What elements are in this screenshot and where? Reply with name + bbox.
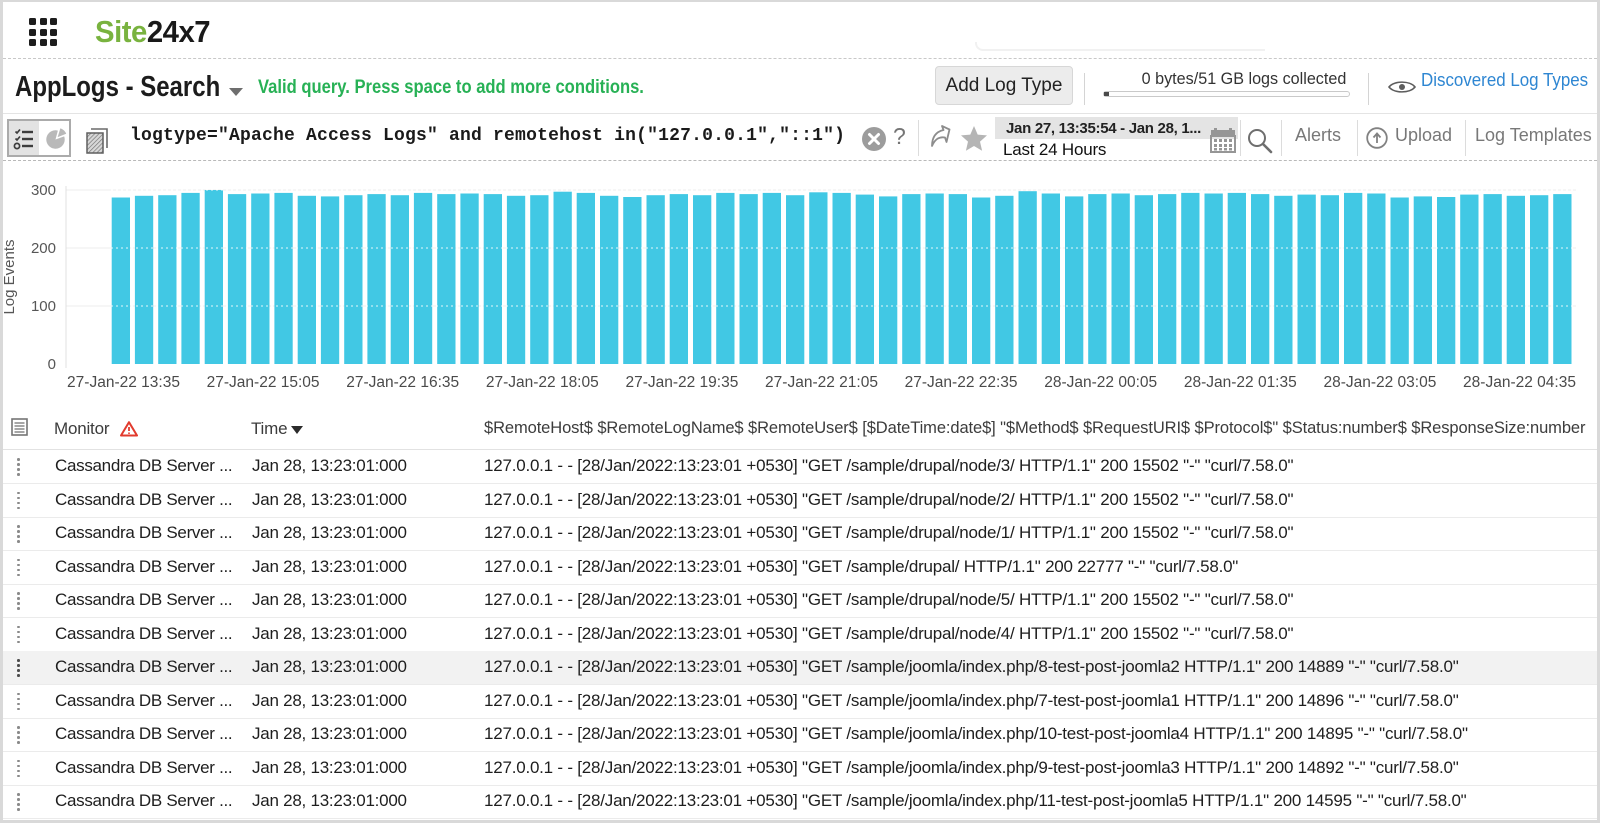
svg-text:27-Jan-22 18:05: 27-Jan-22 18:05: [486, 374, 599, 391]
svg-text:0: 0: [48, 356, 56, 373]
svg-text:28-Jan-22 00:05: 28-Jan-22 00:05: [1044, 374, 1157, 391]
svg-text:27-Jan-22 16:35: 27-Jan-22 16:35: [346, 374, 459, 391]
svg-text:27-Jan-22 21:05: 27-Jan-22 21:05: [765, 374, 878, 391]
svg-text:27-Jan-22 15:05: 27-Jan-22 15:05: [207, 374, 320, 391]
svg-text:27-Jan-22 13:35: 27-Jan-22 13:35: [67, 374, 180, 391]
svg-text:27-Jan-22 19:35: 27-Jan-22 19:35: [625, 374, 738, 391]
svg-text:300: 300: [31, 182, 56, 199]
svg-text:200: 200: [31, 240, 56, 257]
svg-text:28-Jan-22 03:05: 28-Jan-22 03:05: [1323, 374, 1436, 391]
svg-text:28-Jan-22 04:35: 28-Jan-22 04:35: [1463, 374, 1576, 391]
svg-text:28-Jan-22 01:35: 28-Jan-22 01:35: [1184, 374, 1297, 391]
svg-text:100: 100: [31, 298, 56, 315]
svg-text:Log Events: Log Events: [3, 239, 18, 314]
svg-text:27-Jan-22 22:35: 27-Jan-22 22:35: [905, 374, 1018, 391]
